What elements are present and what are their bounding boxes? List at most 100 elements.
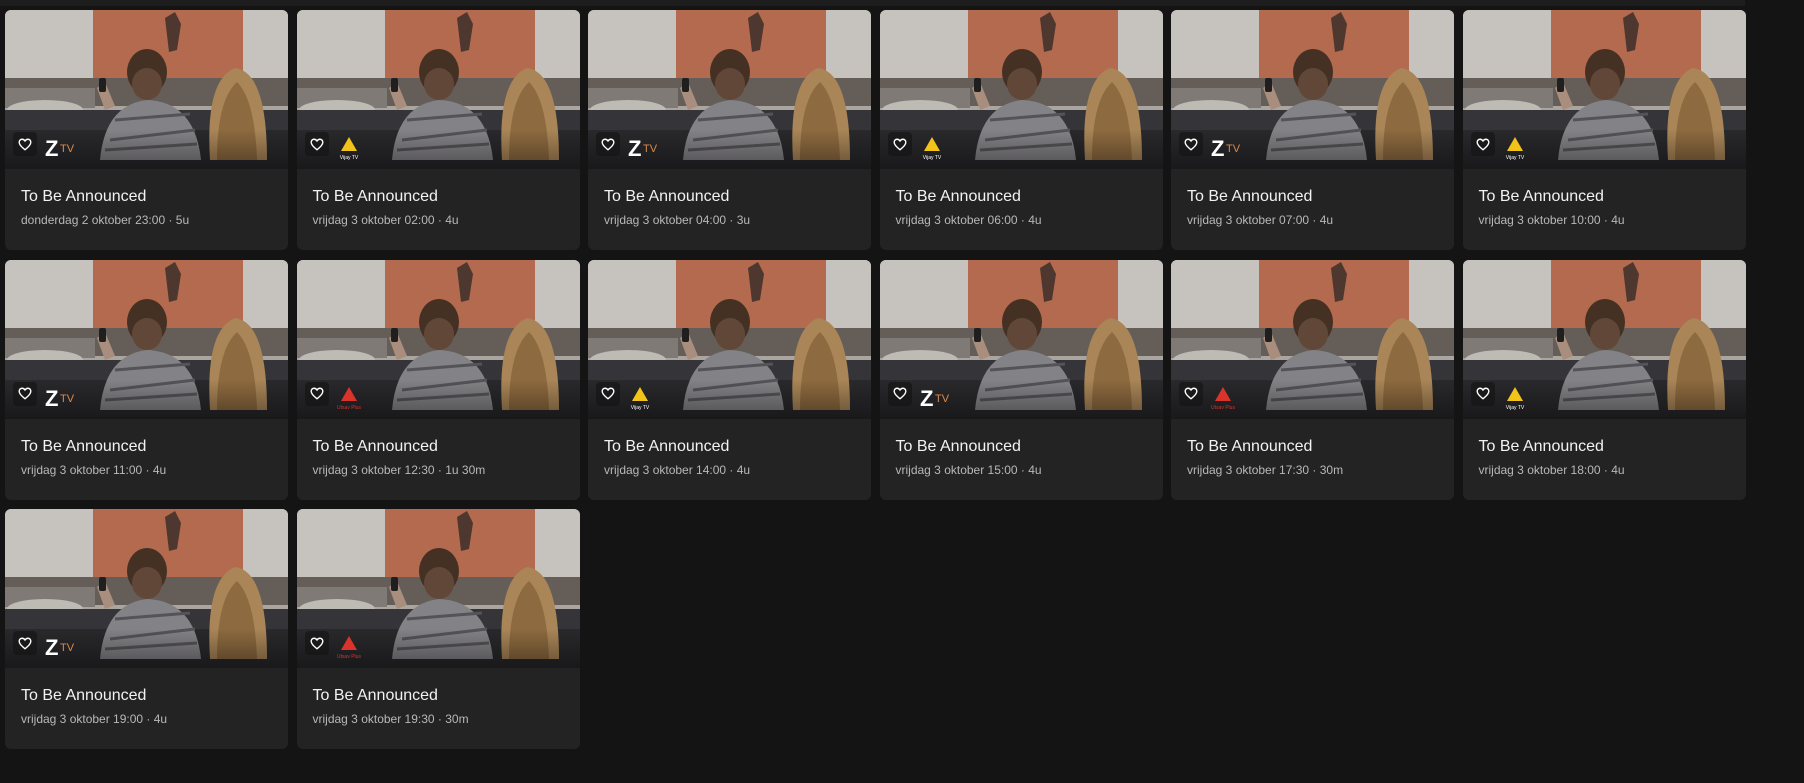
- program-thumbnail: Vijay TV: [1462, 259, 1746, 419]
- favorite-button[interactable]: [304, 132, 329, 156]
- svg-text:TV: TV: [60, 642, 75, 654]
- program-card[interactable]: Z TV To Be Announced vrijdag 3 oktober 07…: [1171, 10, 1454, 250]
- program-card[interactable]: Vijay TV To Be Announced vrijdag 3 oktob…: [588, 259, 871, 500]
- program-card[interactable]: Vijay TV To Be Announced vrijdag 3 oktob…: [296, 10, 580, 250]
- vijay-tv-logo: Vijay TV: [339, 137, 358, 161]
- channel-logo: Vijay TV: [920, 134, 980, 164]
- program-schedule: vrijdag 3 oktober 12:30 · 1u 30m: [312, 462, 486, 477]
- channel-logo: Z TV: [45, 384, 105, 414]
- program-title: To Be Announced: [21, 437, 147, 455]
- favorite-button[interactable]: [596, 132, 620, 156]
- heart-icon: [892, 138, 907, 151]
- program-schedule: vrijdag 3 oktober 15:00 · 4u: [895, 462, 1042, 477]
- svg-text:TV: TV: [643, 143, 658, 155]
- favorite-button[interactable]: [13, 631, 37, 655]
- channel-logo: Vijay TV: [337, 134, 397, 164]
- program-card[interactable]: Z TV To Be Announced vrijdag 3 oktober 15…: [879, 259, 1163, 500]
- utsav-plus-logo: Utsav Plus: [337, 636, 361, 660]
- program-thumbnail: Utsav Plus: [1171, 259, 1454, 419]
- svg-text:Vijay TV: Vijay TV: [1505, 405, 1524, 411]
- favorite-button[interactable]: [1179, 381, 1203, 406]
- vijay-tv-logo: Vijay TV: [1505, 137, 1524, 161]
- channel-logo: Utsav Plus: [337, 384, 397, 414]
- vijay-tv-logo: Vijay TV: [631, 386, 650, 411]
- program-thumbnail: Vijay TV: [1462, 10, 1746, 169]
- program-card[interactable]: Utsav Plus To Be Announced vrijdag 3 okt…: [1171, 259, 1454, 500]
- heart-icon: [1184, 387, 1198, 400]
- program-card[interactable]: Z TV To Be Announced vrijdag 3 oktober 11…: [5, 259, 288, 500]
- favorite-button[interactable]: [304, 631, 329, 655]
- heart-icon: [309, 138, 324, 151]
- program-schedule: vrijdag 3 oktober 04:00 · 3u: [604, 213, 751, 227]
- program-card[interactable]: Vijay TV To Be Announced vrijdag 3 oktob…: [879, 10, 1163, 250]
- svg-text:Utsav Plus: Utsav Plus: [1211, 405, 1235, 411]
- heart-icon: [18, 138, 32, 151]
- program-card[interactable]: Z TV To Be Announced vrijdag 3 oktober 04…: [588, 10, 871, 250]
- program-title: To Be Announced: [895, 188, 1021, 205]
- heart-icon: [1475, 387, 1490, 400]
- z-tv-logo: Z TV: [45, 386, 75, 411]
- favorite-button[interactable]: [13, 381, 37, 406]
- program-grid: Z TV To Be Announced donderdag 2 oktober …: [5, 10, 1746, 749]
- heart-icon: [18, 387, 32, 400]
- program-thumbnail: Vijay TV: [879, 10, 1163, 169]
- favorite-button[interactable]: [1470, 132, 1495, 156]
- svg-text:Z: Z: [45, 386, 58, 411]
- program-title: To Be Announced: [312, 687, 438, 704]
- favorite-button[interactable]: [1179, 132, 1203, 156]
- program-title: To Be Announced: [1187, 188, 1313, 205]
- program-card[interactable]: Utsav Plus To Be Announced vrijdag 3 okt…: [296, 509, 580, 749]
- utsav-plus-logo: Utsav Plus: [1211, 386, 1235, 411]
- favorite-button[interactable]: [596, 381, 620, 406]
- favorite-button[interactable]: [887, 132, 912, 156]
- top-bar: [0, 0, 1745, 6]
- program-thumbnail: Z TV: [5, 10, 288, 169]
- utsav-plus-logo: Utsav Plus: [337, 386, 361, 411]
- vijay-tv-logo: Vijay TV: [922, 137, 941, 161]
- vijay-tv-logo: Vijay TV: [1505, 386, 1524, 411]
- program-title: To Be Announced: [1478, 188, 1604, 205]
- program-schedule: vrijdag 3 oktober 17:30 · 30m: [1187, 462, 1344, 477]
- svg-text:TV: TV: [60, 393, 75, 405]
- program-card[interactable]: Z TV To Be Announced donderdag 2 oktober …: [5, 10, 288, 250]
- favorite-button[interactable]: [304, 381, 329, 406]
- channel-logo: Z TV: [45, 633, 105, 663]
- favorite-button[interactable]: [1470, 381, 1495, 406]
- program-schedule: vrijdag 3 oktober 07:00 · 4u: [1187, 213, 1334, 227]
- program-thumbnail: Utsav Plus: [296, 259, 580, 419]
- heart-icon: [18, 637, 32, 650]
- heart-icon: [601, 138, 615, 151]
- channel-logo: Utsav Plus: [1211, 384, 1271, 414]
- program-schedule: vrijdag 3 oktober 19:30 · 30m: [312, 712, 469, 726]
- program-card[interactable]: Vijay TV To Be Announced vrijdag 3 oktob…: [1462, 10, 1746, 250]
- channel-logo: Z TV: [628, 134, 688, 164]
- svg-text:TV: TV: [935, 393, 950, 405]
- program-thumbnail: Z TV: [588, 10, 871, 169]
- channel-logo: Z TV: [1211, 134, 1271, 164]
- program-schedule: vrijdag 3 oktober 14:00 · 4u: [604, 462, 751, 477]
- favorite-button[interactable]: [887, 381, 912, 406]
- favorite-button[interactable]: [13, 132, 37, 156]
- program-thumbnail: Z TV: [879, 259, 1163, 419]
- svg-text:Z: Z: [628, 136, 641, 161]
- z-tv-logo: Z TV: [45, 136, 75, 161]
- program-card[interactable]: Utsav Plus To Be Announced vrijdag 3 okt…: [296, 259, 580, 500]
- program-thumbnail: Z TV: [5, 509, 288, 668]
- program-title: To Be Announced: [1187, 437, 1313, 455]
- svg-text:Vijay TV: Vijay TV: [631, 405, 650, 411]
- svg-text:Z: Z: [1211, 136, 1224, 161]
- program-schedule: vrijdag 3 oktober 18:00 · 4u: [1478, 462, 1625, 477]
- program-title: To Be Announced: [895, 437, 1021, 455]
- program-title: To Be Announced: [1478, 437, 1604, 455]
- program-schedule: vrijdag 3 oktober 19:00 · 4u: [21, 712, 168, 726]
- program-title: To Be Announced: [604, 437, 730, 455]
- program-card[interactable]: Z TV To Be Announced vrijdag 3 oktober 19…: [5, 509, 288, 749]
- channel-logo: Z TV: [920, 384, 980, 414]
- z-tv-logo: Z TV: [45, 635, 75, 660]
- channel-logo: Vijay TV: [1503, 134, 1563, 164]
- svg-text:TV: TV: [60, 143, 75, 155]
- heart-icon: [309, 387, 324, 400]
- program-thumbnail: Z TV: [1171, 10, 1454, 169]
- z-tv-logo: Z TV: [920, 386, 950, 411]
- program-card[interactable]: Vijay TV To Be Announced vrijdag 3 oktob…: [1462, 259, 1746, 500]
